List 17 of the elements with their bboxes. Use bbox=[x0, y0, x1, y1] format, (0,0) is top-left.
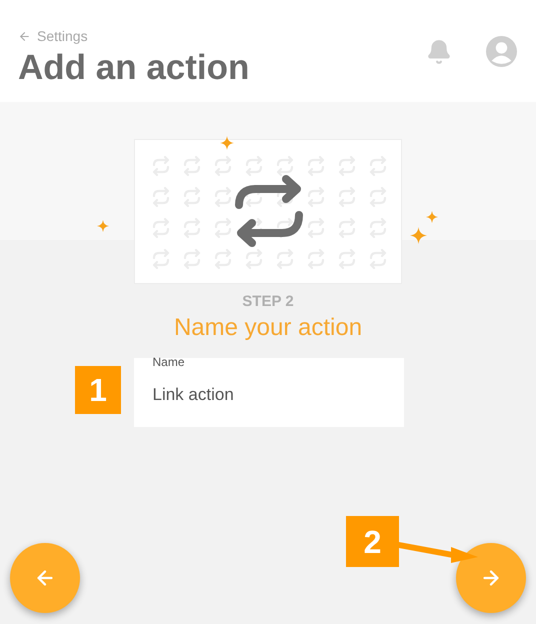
annotation-badge: 2 bbox=[346, 516, 399, 567]
back-arrow-icon bbox=[18, 30, 31, 43]
annotation-badge: 1 bbox=[75, 366, 121, 414]
notification-bell-icon[interactable] bbox=[426, 38, 452, 64]
page-title: Add an action bbox=[18, 47, 250, 89]
sparkle-icon bbox=[410, 227, 427, 244]
user-avatar-icon[interactable] bbox=[486, 36, 517, 67]
step-label: STEP 2 bbox=[242, 292, 294, 312]
sparkle-icon bbox=[220, 136, 234, 150]
next-button[interactable] bbox=[456, 543, 526, 613]
step-heading: Name your action bbox=[174, 314, 362, 342]
name-field[interactable]: Name Link action bbox=[134, 358, 404, 426]
sparkle-icon bbox=[426, 211, 438, 223]
name-input[interactable]: Link action bbox=[152, 382, 382, 407]
repeat-icon bbox=[234, 175, 304, 247]
back-button[interactable] bbox=[10, 543, 80, 613]
sparkle-icon bbox=[97, 220, 109, 232]
